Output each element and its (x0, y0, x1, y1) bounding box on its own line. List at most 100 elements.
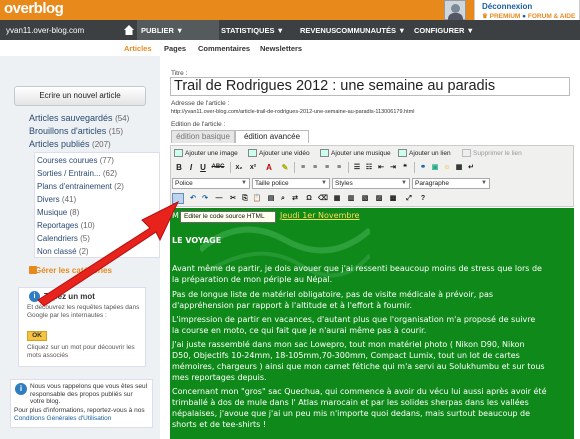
replace-icon[interactable]: ⇄ (290, 193, 300, 204)
category-item[interactable]: Non classé (2) (37, 247, 89, 256)
add-music-button[interactable]: Ajouter une musique (320, 148, 391, 159)
paste-text-icon[interactable]: ▤ (266, 193, 276, 204)
text-color-icon[interactable]: A (264, 162, 274, 173)
tab-advanced-edit[interactable]: édition avancée (235, 130, 309, 143)
sidebar-link-saved[interactable]: Articles sauvegardés (54) (29, 113, 129, 123)
ok-button[interactable]: OK (27, 331, 47, 341)
add-image-button[interactable]: Ajouter une image (174, 148, 238, 159)
date-link[interactable]: Jeudi 1er Novembre (280, 211, 359, 220)
blockquote-icon[interactable]: ❝ (400, 162, 410, 173)
category-count: (2) (78, 247, 89, 256)
chevron-down-icon: ▼ (481, 180, 487, 186)
highlight-icon[interactable]: ✎ (280, 162, 290, 173)
align-right-icon[interactable]: ≡ (322, 162, 332, 173)
link-label: Brouillons d'articles (29, 126, 107, 136)
undo-icon[interactable]: ↶ (188, 193, 198, 204)
home-icon[interactable] (123, 24, 135, 36)
eraser-icon[interactable]: ⌫ (318, 193, 328, 204)
category-item[interactable]: Sorties / Entrain... (62) (37, 169, 117, 178)
return-icon[interactable]: ↵ (466, 162, 476, 173)
help-link[interactable]: FORUM & AIDE (528, 13, 575, 20)
category-item[interactable]: Musique (8) (37, 208, 79, 217)
copy-icon[interactable]: ⎘ (240, 193, 250, 204)
premium-link[interactable]: PREMIUM (490, 13, 521, 20)
align-center-icon[interactable]: ≡ (310, 162, 320, 173)
paragraph-select[interactable]: Paragraphe ▼ (412, 178, 490, 189)
font-size-select[interactable]: Taille police ▼ (252, 178, 330, 189)
add-link-button[interactable]: Ajouter un lien (398, 148, 451, 159)
info-icon: i (29, 291, 40, 302)
tab-basic-edit[interactable]: édition basique (171, 130, 235, 143)
write-article-button[interactable]: Ecrire un nouvel article (14, 86, 146, 106)
cut-icon[interactable]: ✂ (228, 193, 238, 204)
paste-icon[interactable]: 📋 (252, 193, 262, 204)
subnav-pages[interactable]: Pages (164, 44, 186, 53)
strikethrough-button[interactable]: ABC (210, 162, 226, 173)
justify-icon[interactable]: ≡ (334, 162, 344, 173)
italic-button[interactable]: I (186, 162, 196, 173)
title-input[interactable]: Trail de Rodrigues 2012 : une semaine au… (170, 77, 570, 96)
redo-icon[interactable]: ↷ (200, 193, 210, 204)
subnav-articles[interactable]: Articles (124, 44, 152, 53)
category-item[interactable]: Plans d'entrainement (2) (37, 182, 124, 191)
styles-select[interactable]: Styles ▼ (332, 178, 410, 189)
outdent-icon[interactable]: ⇤ (376, 162, 386, 173)
superscript-icon[interactable]: x² (248, 162, 258, 173)
logout-link[interactable]: Déconnexion (482, 2, 532, 11)
table-props-icon[interactable]: ▦ (332, 193, 342, 204)
nav-revenus[interactable]: REVENUS (300, 26, 336, 35)
nav-configurer[interactable]: CONFIGURER ▼ (414, 26, 474, 35)
font-size-value: Taille police (255, 180, 289, 187)
remove-link-button[interactable]: Supprimer le lien (462, 148, 522, 159)
split-icon[interactable]: ▩ (388, 193, 398, 204)
merge-icon[interactable]: ▨ (374, 193, 384, 204)
nav-statistiques[interactable]: STATISTIQUES ▼ (221, 26, 284, 35)
find-icon[interactable]: ⌕ (278, 193, 288, 204)
content-line: D50, Objectifs 10-24mm, 18-105mm,70-300m… (172, 351, 520, 360)
align-left-icon[interactable]: ≡ (298, 162, 308, 173)
tip-text-2: Cliquez sur un mot pour découvrir les mo… (27, 344, 135, 359)
content-line: la préparation de mon périple au Népal. (172, 275, 333, 284)
image-icon (174, 149, 183, 158)
cgu-link[interactable]: Conditions Générales d'Utilisation (14, 415, 111, 422)
category-item[interactable]: Calendriers (5) (37, 234, 90, 243)
manage-categories-link[interactable]: Gérer les catégories (35, 266, 112, 275)
emoticon-icon[interactable]: ☺ (442, 162, 452, 173)
subscript-icon[interactable]: x₂ (234, 162, 244, 173)
subnav-commentaires[interactable]: Commentaires (198, 44, 250, 53)
category-count: (5) (80, 234, 90, 243)
category-item[interactable]: Courses courues (77) (37, 156, 114, 165)
link-icon[interactable]: ⚭ (418, 162, 428, 173)
indent-icon[interactable]: ⇥ (388, 162, 398, 173)
blog-name[interactable]: yvan11.over-blog.com (6, 26, 84, 35)
category-item[interactable]: Reportages (10) (37, 221, 95, 230)
help-icon[interactable]: ? (418, 193, 428, 204)
toolbar-separator (348, 162, 349, 173)
title-label: Titre : (171, 70, 188, 77)
nav-communautes[interactable]: COMMUNAUTÉS ▼ (336, 26, 406, 35)
toolbar-separator (230, 162, 231, 173)
bold-button[interactable]: B (174, 162, 184, 173)
row-icon[interactable]: ▥ (346, 193, 356, 204)
sidebar-link-drafts[interactable]: Brouillons d'articles (15) (29, 126, 123, 136)
bullet-list-icon[interactable]: ☰ (352, 162, 362, 173)
image-insert-icon[interactable]: ▣ (430, 162, 440, 173)
special-char-icon[interactable]: Ω (304, 193, 314, 204)
fullscreen-icon[interactable]: ⤢ (404, 193, 414, 204)
html-source-button[interactable] (172, 193, 184, 204)
sidebar-link-published[interactable]: Articles publiés (207) (29, 139, 111, 149)
subnav-newsletters[interactable]: Newsletters (260, 44, 302, 53)
category-label: Divers (37, 195, 60, 204)
category-item[interactable]: Divers (41) (37, 195, 76, 204)
numbered-list-icon[interactable]: ☷ (364, 162, 374, 173)
overblog-logo[interactable]: overblog (4, 0, 64, 18)
avatar[interactable] (444, 0, 466, 20)
underline-button[interactable]: U (198, 162, 208, 173)
table-icon[interactable]: ▦ (454, 162, 464, 173)
unlink-icon (462, 149, 471, 158)
horizontal-rule-icon[interactable]: — (214, 193, 224, 204)
font-select[interactable]: Police ▼ (172, 178, 250, 189)
column-icon[interactable]: ▧ (360, 193, 370, 204)
add-video-button[interactable]: Ajouter une vidéo (248, 148, 310, 159)
nav-publier[interactable]: PUBLIER ▼ (141, 26, 183, 35)
